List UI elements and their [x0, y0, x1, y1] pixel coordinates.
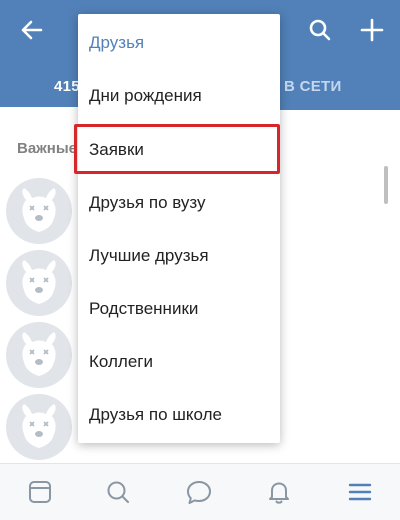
nav-notifications-button[interactable] — [265, 478, 293, 506]
nav-messages-button[interactable] — [185, 478, 213, 506]
back-button[interactable] — [14, 12, 50, 48]
friend-avatar[interactable] — [6, 250, 72, 316]
menu-icon — [348, 483, 372, 501]
scrollbar[interactable] — [384, 166, 388, 204]
deactivated-dog-avatar-icon — [22, 260, 56, 304]
dropdown-item-university-friends[interactable]: Друзья по вузу — [78, 177, 280, 229]
requests-highlight-frame — [74, 124, 280, 174]
friends-filter-dropdown: Друзья Дни рождения Заявки Друзья по вуз… — [78, 14, 280, 443]
section-title: Важные — [17, 140, 78, 157]
dropdown-item-relatives[interactable]: Родственники — [78, 283, 280, 335]
search-icon — [309, 19, 331, 41]
deactivated-dog-avatar-icon — [22, 332, 56, 376]
dropdown-item-school-friends[interactable]: Друзья по школе — [78, 389, 280, 441]
dropdown-item-best-friends[interactable]: Лучшие друзья — [78, 230, 280, 282]
friend-avatar[interactable] — [6, 322, 72, 388]
deactivated-dog-avatar-icon — [22, 188, 56, 232]
nav-search-button[interactable] — [104, 478, 132, 506]
add-friend-button[interactable] — [354, 12, 390, 48]
dropdown-item-colleagues[interactable]: Коллеги — [78, 336, 280, 388]
friend-avatar[interactable] — [6, 178, 72, 244]
deactivated-dog-avatar-icon — [22, 404, 56, 448]
news-icon — [29, 481, 51, 503]
plus-icon — [360, 18, 384, 42]
tab-online[interactable]: В СЕТИ — [284, 78, 342, 95]
search-icon — [107, 481, 129, 503]
bottom-navigation — [0, 463, 400, 520]
notifications-icon — [269, 482, 289, 504]
nav-menu-button[interactable] — [346, 478, 374, 506]
nav-news-button[interactable] — [26, 478, 54, 506]
messages-icon — [187, 481, 211, 504]
friend-avatar[interactable] — [6, 394, 72, 460]
back-arrow-icon — [21, 20, 43, 40]
dropdown-item-birthdays[interactable]: Дни рождения — [78, 70, 280, 122]
search-button[interactable] — [302, 12, 338, 48]
tab-all-friends[interactable]: 415 — [54, 78, 80, 95]
dropdown-item-friends[interactable]: Друзья — [78, 17, 280, 69]
